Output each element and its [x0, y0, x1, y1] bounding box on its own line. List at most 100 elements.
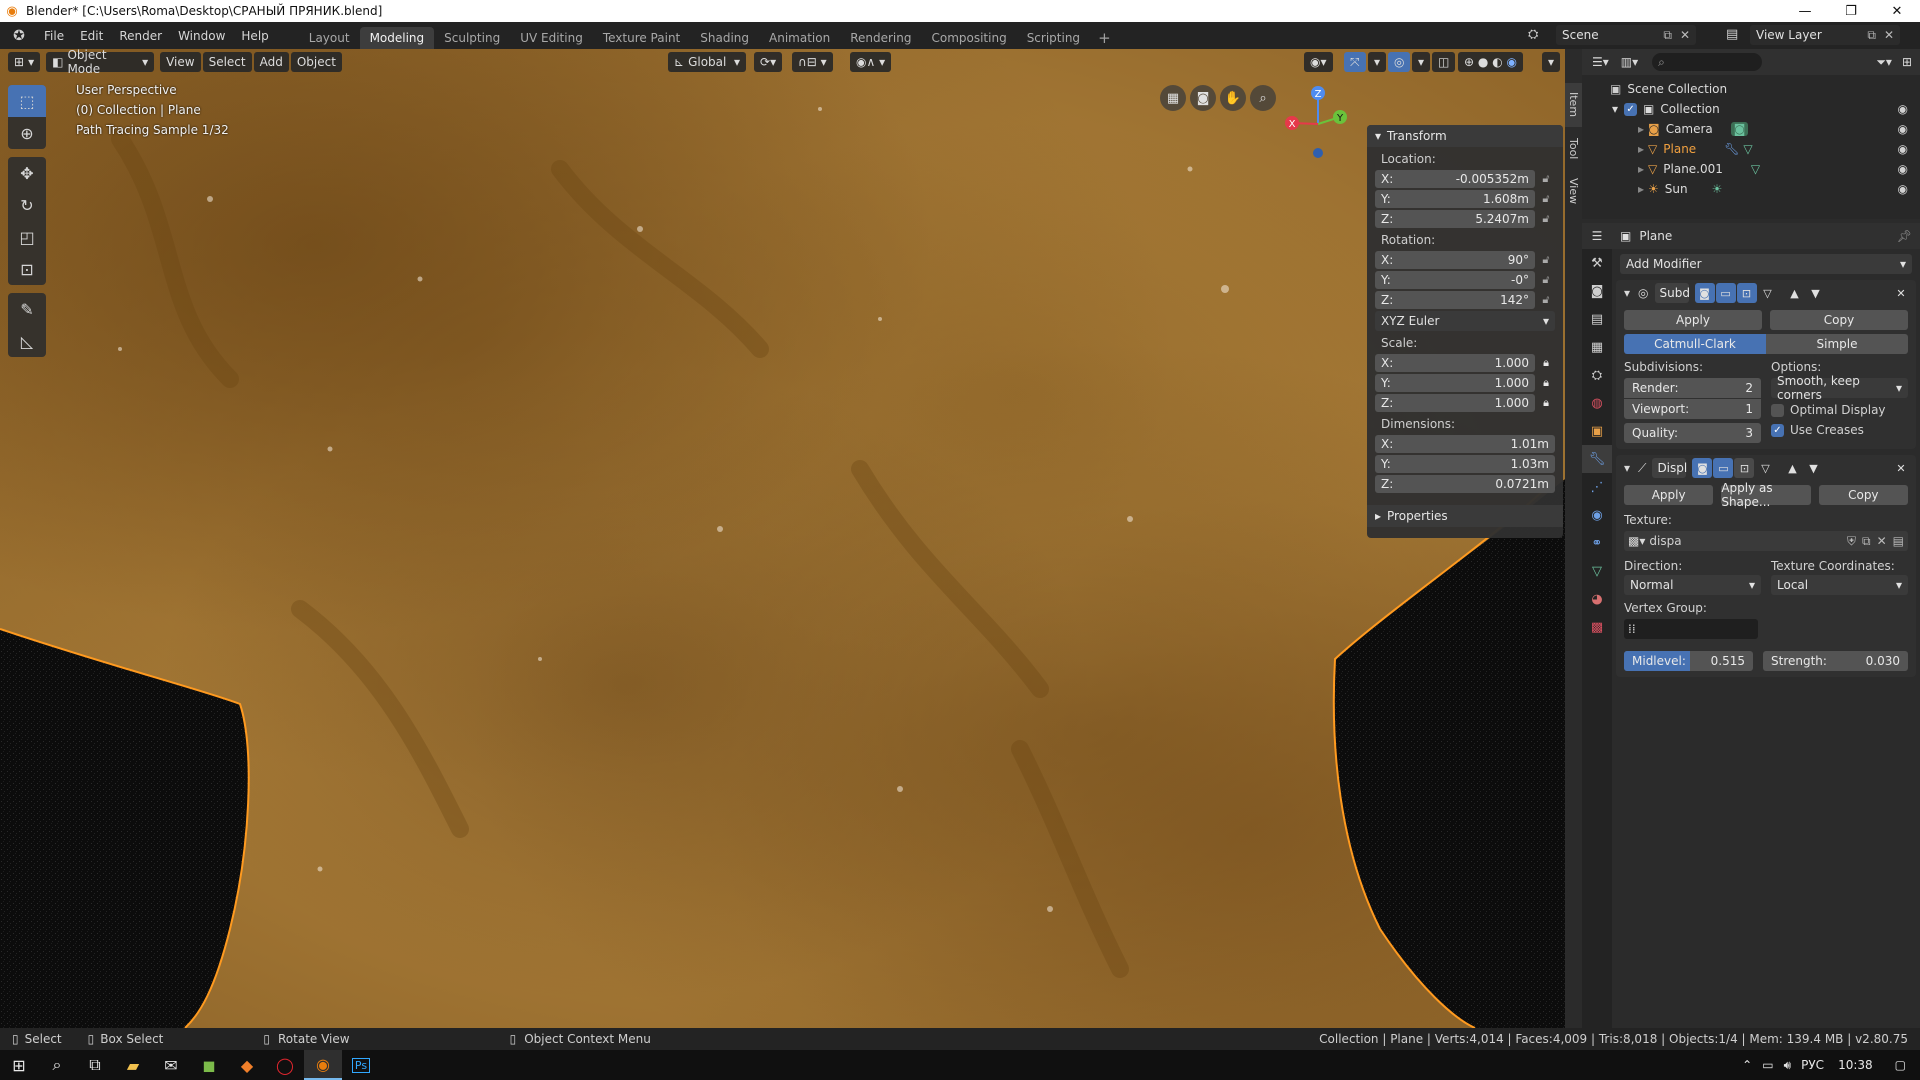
- material-shading-icon[interactable]: ◐: [1492, 55, 1502, 69]
- proportional-edit[interactable]: ◉ ∧ ▾: [850, 52, 892, 72]
- gizmo-toggle[interactable]: ⤧: [1344, 52, 1366, 72]
- navigation-gizmo[interactable]: Z Y X: [1278, 79, 1358, 159]
- move-down-icon[interactable]: ▼: [1803, 458, 1823, 478]
- transform-tool[interactable]: ⊡: [8, 253, 46, 285]
- catmull-clark-button[interactable]: Catmull-Clark: [1624, 334, 1766, 354]
- shading-options[interactable]: ▾: [1542, 52, 1561, 72]
- rotation-z-field[interactable]: Z: 142°: [1375, 290, 1535, 309]
- outliner-item-camera[interactable]: ▸ ◙ Camera ◙ ◉: [1582, 119, 1920, 139]
- location-y-field[interactable]: Y: 1.608m: [1375, 189, 1535, 208]
- move-tool[interactable]: ✥: [8, 157, 46, 189]
- tab-shading[interactable]: Shading: [690, 27, 759, 49]
- texture-browse-icon[interactable]: ▩▾: [1628, 534, 1645, 548]
- tab-layout[interactable]: Layout: [299, 27, 360, 49]
- volume-icon[interactable]: 🔊︎: [1784, 1058, 1792, 1073]
- modifier-wrench-icon[interactable]: 🔧︎: [1724, 142, 1739, 156]
- rotate-tool[interactable]: ↻: [8, 189, 46, 221]
- menu-help[interactable]: Help: [233, 25, 276, 47]
- task-view-button[interactable]: ⧉: [76, 1050, 114, 1080]
- overlay-options[interactable]: ▾: [1412, 52, 1431, 72]
- blender-taskbar-button[interactable]: ◉: [304, 1050, 342, 1080]
- unlink-icon[interactable]: ✕: [1877, 534, 1887, 548]
- scale-y-field[interactable]: Y: 1.000: [1375, 373, 1535, 392]
- notifications-icon[interactable]: ▢: [1895, 1058, 1906, 1072]
- lock-open-icon[interactable]: 🔓︎: [1535, 192, 1557, 206]
- optimal-display-checkbox[interactable]: [1771, 403, 1784, 417]
- menu-add[interactable]: Add: [253, 52, 289, 72]
- displace-apply-button[interactable]: Apply: [1624, 485, 1714, 505]
- properties-editor-type[interactable]: ☰: [1582, 223, 1612, 249]
- subdivision-name-field[interactable]: Subd: [1654, 283, 1690, 303]
- expand-arrow-icon[interactable]: ▸: [1638, 162, 1644, 176]
- tab-particles[interactable]: ⋰: [1582, 473, 1612, 501]
- snap-toggle[interactable]: ∩ ⊟ ▾: [792, 52, 833, 72]
- texture-selector[interactable]: ▩▾ dispa ⛨ ⧉ ✕ ▤: [1624, 531, 1908, 551]
- displace-name-field[interactable]: Displ: [1652, 458, 1687, 478]
- new-collection-icon[interactable]: ⊞: [1898, 55, 1916, 69]
- 3d-viewport[interactable]: ⊞ ▾ ◧ Object Mode ▾ View Select Add Objec…: [0, 49, 1565, 1028]
- remove-modifier-icon[interactable]: ✕: [1891, 458, 1911, 478]
- cage-toggle-icon[interactable]: ▽: [1755, 458, 1775, 478]
- location-z-field[interactable]: Z: 5.2407m: [1375, 209, 1535, 228]
- dimensions-x-field[interactable]: X: 1.01m: [1375, 434, 1555, 453]
- expand-arrow-icon[interactable]: ▸: [1638, 182, 1644, 196]
- midlevel-slider[interactable]: Midlevel: 0.515: [1624, 651, 1753, 671]
- tab-rendering[interactable]: Rendering: [840, 27, 921, 49]
- app-orange-button[interactable]: ◆: [228, 1050, 266, 1080]
- tab-modifiers[interactable]: 🔧︎: [1582, 445, 1612, 473]
- annotate-tool[interactable]: ✎: [8, 293, 46, 325]
- tab-scripting[interactable]: Scripting: [1017, 27, 1090, 49]
- editor-type-button[interactable]: ⊞ ▾: [8, 52, 41, 72]
- visibility-selector[interactable]: ◉ ▾: [1304, 52, 1333, 72]
- lock-closed-icon[interactable]: 🔒︎: [1535, 356, 1557, 370]
- texture-coordinates-select[interactable]: Local ▾: [1771, 575, 1908, 595]
- quality-field[interactable]: Quality: 3: [1624, 423, 1761, 443]
- rotation-y-field[interactable]: Y: -0°: [1375, 270, 1535, 289]
- move-up-icon[interactable]: ▲: [1785, 283, 1805, 303]
- move-down-icon[interactable]: ▼: [1806, 283, 1826, 303]
- displace-copy-button[interactable]: Copy: [1818, 485, 1908, 505]
- mail-button[interactable]: ✉: [152, 1050, 190, 1080]
- lock-open-icon[interactable]: 🔓︎: [1535, 172, 1557, 186]
- pivot-selector[interactable]: ⟳ ▾: [754, 52, 783, 72]
- tab-compositing[interactable]: Compositing: [921, 27, 1016, 49]
- remove-modifier-icon[interactable]: ✕: [1891, 283, 1911, 303]
- scale-z-field[interactable]: Z: 1.000: [1375, 393, 1535, 412]
- toggle-grid-view-button[interactable]: ▦: [1160, 85, 1186, 111]
- vertex-group-field[interactable]: ⁞⁞: [1624, 619, 1758, 639]
- menu-window[interactable]: Window: [170, 25, 233, 47]
- clock[interactable]: 10:38: [1838, 1058, 1873, 1072]
- tab-animation[interactable]: Animation: [759, 27, 840, 49]
- gizmo-neg-z-handle[interactable]: [1313, 148, 1323, 158]
- view-layer-selector[interactable]: View Layer ⧉ ✕: [1750, 25, 1900, 45]
- eye-icon[interactable]: ◉: [1898, 102, 1908, 116]
- overlay-toggle[interactable]: ◎: [1388, 52, 1411, 72]
- filter-icon[interactable]: ⏷▾: [1870, 55, 1898, 70]
- tab-view-layer[interactable]: ▦: [1582, 333, 1612, 361]
- shading-modes[interactable]: ⊕ ● ◐ ◉: [1458, 52, 1523, 72]
- tab-object[interactable]: ▣: [1582, 417, 1612, 445]
- zoom-view-button[interactable]: ⌕: [1250, 85, 1276, 111]
- tab-constraints[interactable]: ⚭: [1582, 529, 1612, 557]
- rotation-x-field[interactable]: X: 90°: [1375, 250, 1535, 269]
- view-layer-icon[interactable]: ▤: [1726, 27, 1738, 42]
- lock-closed-icon[interactable]: 🔒︎: [1535, 376, 1557, 390]
- add-workspace-button[interactable]: +: [1090, 27, 1119, 49]
- wireframe-shading-icon[interactable]: ⊕: [1464, 55, 1474, 69]
- tab-output[interactable]: ▤: [1582, 305, 1612, 333]
- viewport-toggle-icon[interactable]: ▭: [1715, 283, 1736, 303]
- mode-selector[interactable]: ◧ Object Mode ▾: [46, 49, 155, 76]
- subd-copy-button[interactable]: Copy: [1770, 310, 1908, 330]
- tab-world[interactable]: ◍: [1582, 389, 1612, 417]
- eye-icon[interactable]: ◉: [1898, 142, 1908, 156]
- editmode-toggle-icon[interactable]: ⊡: [1736, 283, 1757, 303]
- viewport-toggle-icon[interactable]: ▭: [1713, 458, 1734, 478]
- subd-apply-button[interactable]: Apply: [1624, 310, 1762, 330]
- tab-tool[interactable]: Tool: [1565, 129, 1582, 169]
- dimensions-z-field[interactable]: Z: 0.0721m: [1375, 474, 1555, 493]
- light-data-icon[interactable]: ☀: [1712, 182, 1723, 196]
- solid-shading-icon[interactable]: ●: [1478, 55, 1488, 69]
- search-button[interactable]: ⌕: [38, 1050, 76, 1080]
- tab-sculpting[interactable]: Sculpting: [434, 27, 510, 49]
- minimize-button[interactable]: —: [1782, 0, 1828, 22]
